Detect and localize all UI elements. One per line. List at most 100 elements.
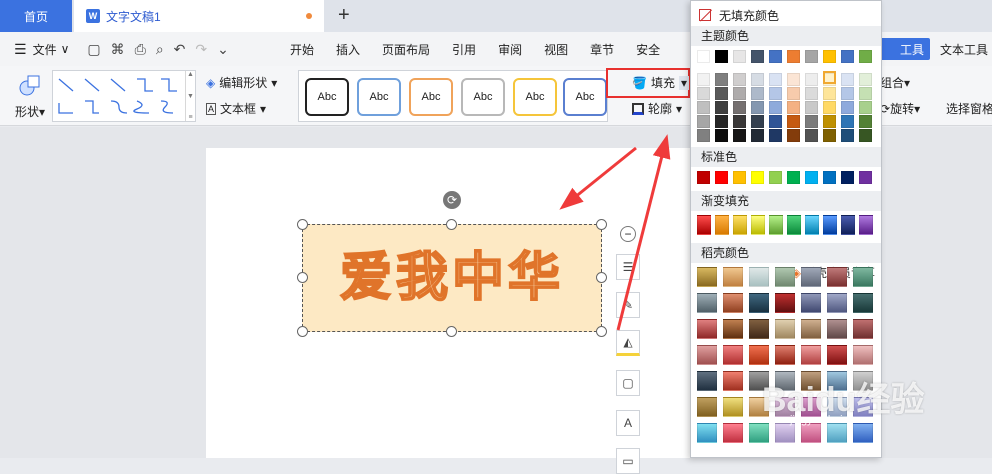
gradient-swatch[interactable] [769, 215, 783, 235]
color-swatch[interactable] [823, 50, 836, 63]
color-swatch[interactable] [715, 101, 728, 114]
color-swatch[interactable] [787, 87, 800, 100]
resize-handle[interactable] [446, 326, 457, 337]
combine-button[interactable]: 组合▾ [880, 74, 910, 91]
menu-tab-item[interactable]: 开始 [290, 41, 314, 58]
text-frame-icon[interactable]: A [616, 410, 640, 436]
gradient-swatch[interactable] [697, 215, 711, 235]
menu-file[interactable]: 文件 ∨ [33, 41, 70, 58]
daoke-swatch[interactable] [749, 345, 769, 365]
color-swatch[interactable] [769, 101, 782, 114]
rotate-button[interactable]: ⟳旋转▾ [880, 100, 920, 117]
color-swatch[interactable] [733, 101, 746, 114]
color-swatch[interactable] [769, 73, 782, 86]
style-swatch[interactable]: Abc [305, 78, 349, 116]
color-swatch[interactable] [715, 129, 728, 142]
daoke-swatch[interactable] [827, 293, 847, 313]
color-swatch[interactable] [859, 50, 872, 63]
daoke-swatch[interactable] [697, 423, 717, 443]
pen-icon[interactable]: ✎ [616, 292, 640, 318]
daoke-swatch[interactable] [801, 267, 821, 287]
color-swatch[interactable] [787, 73, 800, 86]
color-swatch[interactable] [805, 171, 818, 184]
color-swatch[interactable] [715, 87, 728, 100]
color-swatch[interactable] [697, 101, 710, 114]
more-chevron-icon[interactable]: ⌄ [217, 41, 229, 58]
menu-tab-item[interactable]: 审阅 [498, 41, 522, 58]
daoke-swatch[interactable] [723, 371, 743, 391]
color-swatch[interactable] [697, 171, 710, 184]
daoke-swatch[interactable] [775, 423, 795, 443]
color-swatch[interactable] [805, 115, 818, 128]
daoke-swatch[interactable] [853, 423, 873, 443]
menu-tab-item[interactable]: 引用 [452, 41, 476, 58]
no-fill-option[interactable]: 无填充颜色 [699, 6, 779, 24]
undo-icon[interactable]: ↶ [174, 41, 186, 58]
color-swatch[interactable] [697, 73, 710, 86]
resize-handle[interactable] [297, 219, 308, 230]
daoke-swatch[interactable] [723, 293, 743, 313]
color-swatch[interactable] [733, 87, 746, 100]
print-preview-icon[interactable]: ⌕ [156, 41, 164, 58]
daoke-swatch[interactable] [697, 345, 717, 365]
outline-button[interactable]: 轮廓 ▾ [632, 100, 682, 117]
color-swatch[interactable] [733, 171, 746, 184]
color-swatch[interactable] [805, 129, 818, 142]
color-swatch[interactable] [787, 171, 800, 184]
daoke-swatch[interactable] [697, 397, 717, 417]
color-swatch[interactable] [841, 50, 854, 63]
style-swatch[interactable]: Abc [513, 78, 557, 116]
daoke-swatch[interactable] [749, 293, 769, 313]
textbox-button[interactable]: A 文本框 ▾ [206, 100, 266, 117]
color-swatch[interactable] [859, 115, 872, 128]
menu-tab-item[interactable]: 章节 [590, 41, 614, 58]
export-icon[interactable]: ⌘ [111, 41, 125, 58]
daoke-swatch[interactable] [827, 423, 847, 443]
daoke-swatch[interactable] [801, 345, 821, 365]
daoke-swatch[interactable] [853, 345, 873, 365]
print-icon[interactable]: ⎙ [135, 41, 146, 58]
style-swatch[interactable]: Abc [461, 78, 505, 116]
daoke-swatch[interactable] [723, 423, 743, 443]
color-swatch[interactable] [841, 171, 854, 184]
daoke-swatch[interactable] [697, 293, 717, 313]
color-swatch[interactable] [715, 50, 728, 63]
color-swatch[interactable] [769, 87, 782, 100]
gradient-swatch[interactable] [805, 215, 819, 235]
outline-frame-icon[interactable]: ▢ [616, 370, 640, 396]
color-swatch[interactable] [805, 87, 818, 100]
daoke-swatch[interactable] [749, 423, 769, 443]
color-swatch[interactable] [733, 115, 746, 128]
color-swatch[interactable] [823, 129, 836, 142]
color-swatch[interactable] [715, 73, 728, 86]
daoke-swatch[interactable] [775, 267, 795, 287]
resize-handle[interactable] [297, 326, 308, 337]
color-swatch[interactable] [859, 129, 872, 142]
menu-tab-item[interactable]: 视图 [544, 41, 568, 58]
daoke-swatch[interactable] [723, 397, 743, 417]
color-swatch[interactable] [751, 87, 764, 100]
style-swatch[interactable]: Abc [563, 78, 607, 116]
tab-home[interactable]: 首页 [0, 0, 72, 32]
daoke-swatch[interactable] [723, 267, 743, 287]
color-swatch[interactable] [823, 171, 836, 184]
selected-swatch-marker[interactable] [823, 71, 836, 84]
color-swatch[interactable] [787, 115, 800, 128]
color-swatch[interactable] [733, 129, 746, 142]
color-swatch[interactable] [769, 129, 782, 142]
menu-tab-item[interactable]: 页面布局 [382, 41, 430, 58]
color-swatch[interactable] [787, 101, 800, 114]
resize-handle[interactable] [446, 219, 457, 230]
color-swatch[interactable] [697, 115, 710, 128]
color-swatch[interactable] [751, 73, 764, 86]
menu-tab-item[interactable]: 安全 [636, 41, 660, 58]
daoke-swatch[interactable] [697, 319, 717, 339]
resize-handle[interactable] [297, 272, 308, 283]
line-shape-gallery[interactable]: ▲ ▼ ≡ [52, 70, 196, 122]
color-swatch[interactable] [823, 101, 836, 114]
gradient-swatch[interactable] [715, 215, 729, 235]
daoke-swatch[interactable] [775, 319, 795, 339]
save-icon[interactable]: ▢ [87, 41, 100, 58]
new-tab-plus-icon[interactable]: + [338, 4, 350, 27]
tab-document[interactable]: W 文字文稿1 [74, 0, 324, 32]
